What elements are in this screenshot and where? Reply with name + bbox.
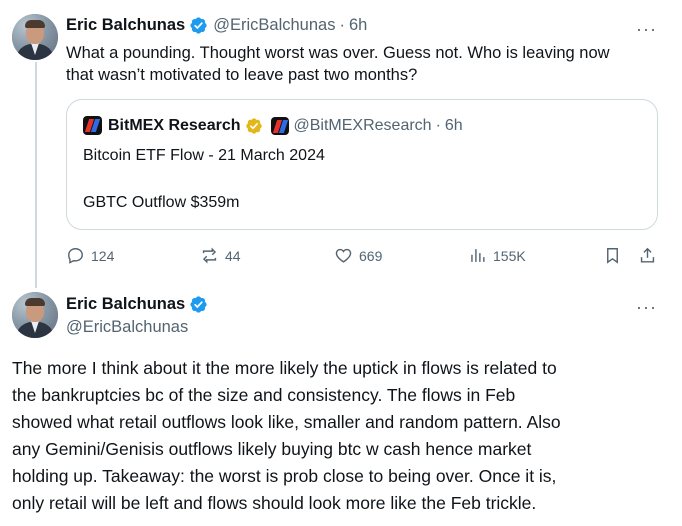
reply-button[interactable]: 124 [66, 246, 114, 265]
quote-timestamp[interactable]: 6h [445, 117, 463, 135]
quoted-tweet-card[interactable]: BitMEX Research @BitMEXResearch · 6h Bit… [66, 99, 658, 230]
more-icon[interactable]: ··· [636, 298, 657, 316]
reply-count: 124 [91, 247, 115, 264]
tweet-header: Eric Balchunas [66, 295, 208, 314]
like-count: 669 [359, 247, 383, 264]
tweet-text-line: holding up. Takeaway: the worst is prob … [12, 466, 557, 486]
separator-dot: · [435, 116, 441, 134]
heart-icon [335, 248, 352, 263]
repost-count: 44 [225, 247, 241, 264]
author-name[interactable]: Eric Balchunas [66, 16, 185, 35]
tweet-text: What a pounding. Thought worst was over.… [66, 42, 666, 86]
quote-author-name[interactable]: BitMEX Research [108, 117, 241, 135]
views-button[interactable]: 155K [468, 246, 526, 265]
quote-author-handle[interactable]: @BitMEXResearch [294, 117, 432, 135]
tweet-text-line: What a pounding. Thought worst was over.… [66, 44, 610, 62]
share-button[interactable] [638, 246, 657, 265]
bookmark-button[interactable] [603, 246, 622, 265]
tweet-text-line: The more I think about it the more likel… [12, 358, 557, 378]
tweet-text-line: the bankruptcies bc of the size and cons… [12, 385, 516, 405]
verified-badge-icon [190, 296, 207, 313]
like-button[interactable]: 669 [334, 246, 382, 265]
quote-text-line: GBTC Outflow $359m [83, 194, 240, 211]
bookmark-icon [607, 248, 618, 264]
tweet-text-line: showed what retail outflows look like, s… [12, 412, 561, 432]
verified-badge-icon [190, 17, 207, 34]
author-handle[interactable]: @EricBalchunas [213, 16, 335, 35]
tweet-text: The more I think about it the more likel… [12, 355, 677, 517]
bitmex-logo-icon [83, 116, 102, 135]
more-icon[interactable]: ··· [636, 20, 657, 38]
author-handle[interactable]: @EricBalchunas [66, 318, 188, 337]
reply-icon [68, 248, 83, 264]
tweet-text-line: that wasn’t motivated to leave past two … [66, 66, 418, 84]
author-name[interactable]: Eric Balchunas [66, 295, 185, 314]
share-icon [640, 247, 655, 263]
quote-text-line: Bitcoin ETF Flow - 21 March 2024 [83, 147, 325, 164]
author-handle-row: @EricBalchunas [66, 318, 188, 337]
repost-icon [202, 247, 217, 264]
thread-connector-line [35, 62, 37, 288]
timestamp[interactable]: 6h [349, 16, 367, 35]
bitmex-affiliate-logo-icon [270, 116, 289, 135]
quote-header: BitMEX Research @BitMEXResearch · 6h [83, 116, 463, 135]
views-icon [471, 249, 485, 262]
avatar[interactable] [12, 292, 58, 338]
avatar[interactable] [12, 14, 58, 60]
tweet-text-line: any Gemini/Genisis outflows likely buyin… [12, 439, 532, 459]
views-count: 155K [493, 247, 526, 264]
repost-button[interactable]: 44 [200, 246, 241, 265]
gold-verified-badge-icon [245, 117, 262, 134]
tweet-header: Eric Balchunas @EricBalchunas · 6h [66, 16, 367, 35]
separator-dot: · [339, 16, 345, 34]
tweet-text-line: only retail will be left and flows shoul… [12, 493, 537, 513]
